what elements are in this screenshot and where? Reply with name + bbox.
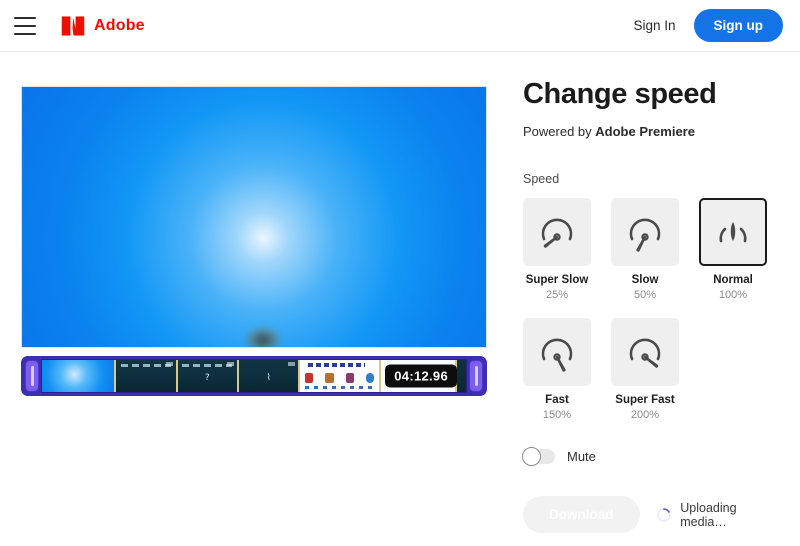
speed-option-icon-box	[523, 198, 591, 266]
speed-option-label: Super Fast	[611, 394, 679, 406]
speed-option-normal[interactable]: Normal 100%	[699, 198, 767, 301]
speed-option-super-fast[interactable]: Super Fast 200%	[611, 318, 679, 421]
filmstrip-thumbnail[interactable]	[298, 360, 379, 392]
speed-option-icon-box	[611, 318, 679, 386]
filmstrip-thumbnail[interactable]: ⌇	[237, 360, 298, 392]
speed-option-label: Normal	[699, 274, 767, 286]
gauge-icon	[713, 212, 753, 252]
speed-option-value: 150%	[523, 409, 591, 421]
hamburger-menu-icon[interactable]	[14, 17, 36, 35]
speed-option-slow[interactable]: Slow 50%	[611, 198, 679, 301]
speed-options-grid: Super Slow 25% Slow 50%	[523, 198, 785, 421]
powered-by-brand: Adobe Premiere	[595, 124, 695, 139]
filmstrip-thumbnail[interactable]	[114, 360, 175, 392]
speed-option-value: 200%	[611, 409, 679, 421]
speed-option-value: 50%	[611, 289, 679, 301]
speed-option-label: Slow	[611, 274, 679, 286]
filmstrip-thumbnail[interactable]: ?	[176, 360, 237, 392]
video-timeline[interactable]: ? ⌇ 04:12.96	[21, 356, 487, 396]
controls-panel: Change speed Powered by Adobe Premiere S…	[523, 78, 785, 533]
gauge-icon	[537, 332, 577, 372]
speed-option-super-slow[interactable]: Super Slow 25%	[523, 198, 591, 301]
trim-handle-right[interactable]	[469, 360, 483, 392]
powered-by-text: Powered by Adobe Premiere	[523, 124, 785, 139]
action-row: Download Uploading media…	[523, 496, 785, 533]
hamburger-bar	[14, 25, 36, 27]
video-panel: ? ⌇ 04:12.96	[21, 86, 487, 396]
filmstrip-thumbnail[interactable]	[42, 360, 114, 392]
speed-option-label: Fast	[523, 394, 591, 406]
gauge-icon	[625, 332, 665, 372]
sign-in-link[interactable]: Sign In	[633, 18, 675, 33]
timeline-duration-badge: 04:12.96	[385, 365, 457, 388]
speed-option-icon-box	[523, 318, 591, 386]
filmstrip-thumbnail[interactable]	[455, 360, 467, 392]
header-actions: Sign In Sign up	[633, 9, 783, 42]
upload-status: Uploading media…	[656, 501, 786, 529]
gauge-icon	[625, 212, 665, 252]
hamburger-bar	[14, 17, 36, 19]
speed-field-label: Speed	[523, 172, 785, 186]
video-foreground-blur	[245, 327, 281, 348]
app-header: Adobe Sign In Sign up	[0, 0, 800, 52]
speed-option-label: Super Slow	[523, 274, 591, 286]
brand-name: Adobe	[94, 17, 145, 35]
trim-handle-left[interactable]	[25, 360, 39, 392]
mute-label: Mute	[567, 449, 596, 464]
mute-row: Mute	[523, 449, 785, 464]
page-title: Change speed	[523, 78, 785, 111]
page-root: Adobe Sign In Sign up ? ⌇	[0, 0, 800, 546]
upload-status-text: Uploading media…	[680, 501, 785, 529]
speed-option-icon-box	[611, 198, 679, 266]
speed-option-icon-box	[699, 198, 767, 266]
gauge-icon	[537, 212, 577, 252]
mute-toggle[interactable]	[523, 449, 555, 464]
video-preview[interactable]	[21, 86, 487, 348]
download-button[interactable]: Download	[523, 496, 640, 533]
speed-option-value: 25%	[523, 289, 591, 301]
hamburger-bar	[14, 33, 36, 35]
adobe-logo-icon	[60, 14, 86, 38]
speed-option-value: 100%	[699, 289, 767, 301]
toggle-knob	[522, 447, 541, 466]
loading-spinner-icon	[656, 507, 672, 523]
speed-option-fast[interactable]: Fast 150%	[523, 318, 591, 421]
powered-by-prefix: Powered by	[523, 124, 595, 139]
brand-link[interactable]: Adobe	[60, 14, 145, 38]
sign-up-button[interactable]: Sign up	[694, 9, 784, 42]
